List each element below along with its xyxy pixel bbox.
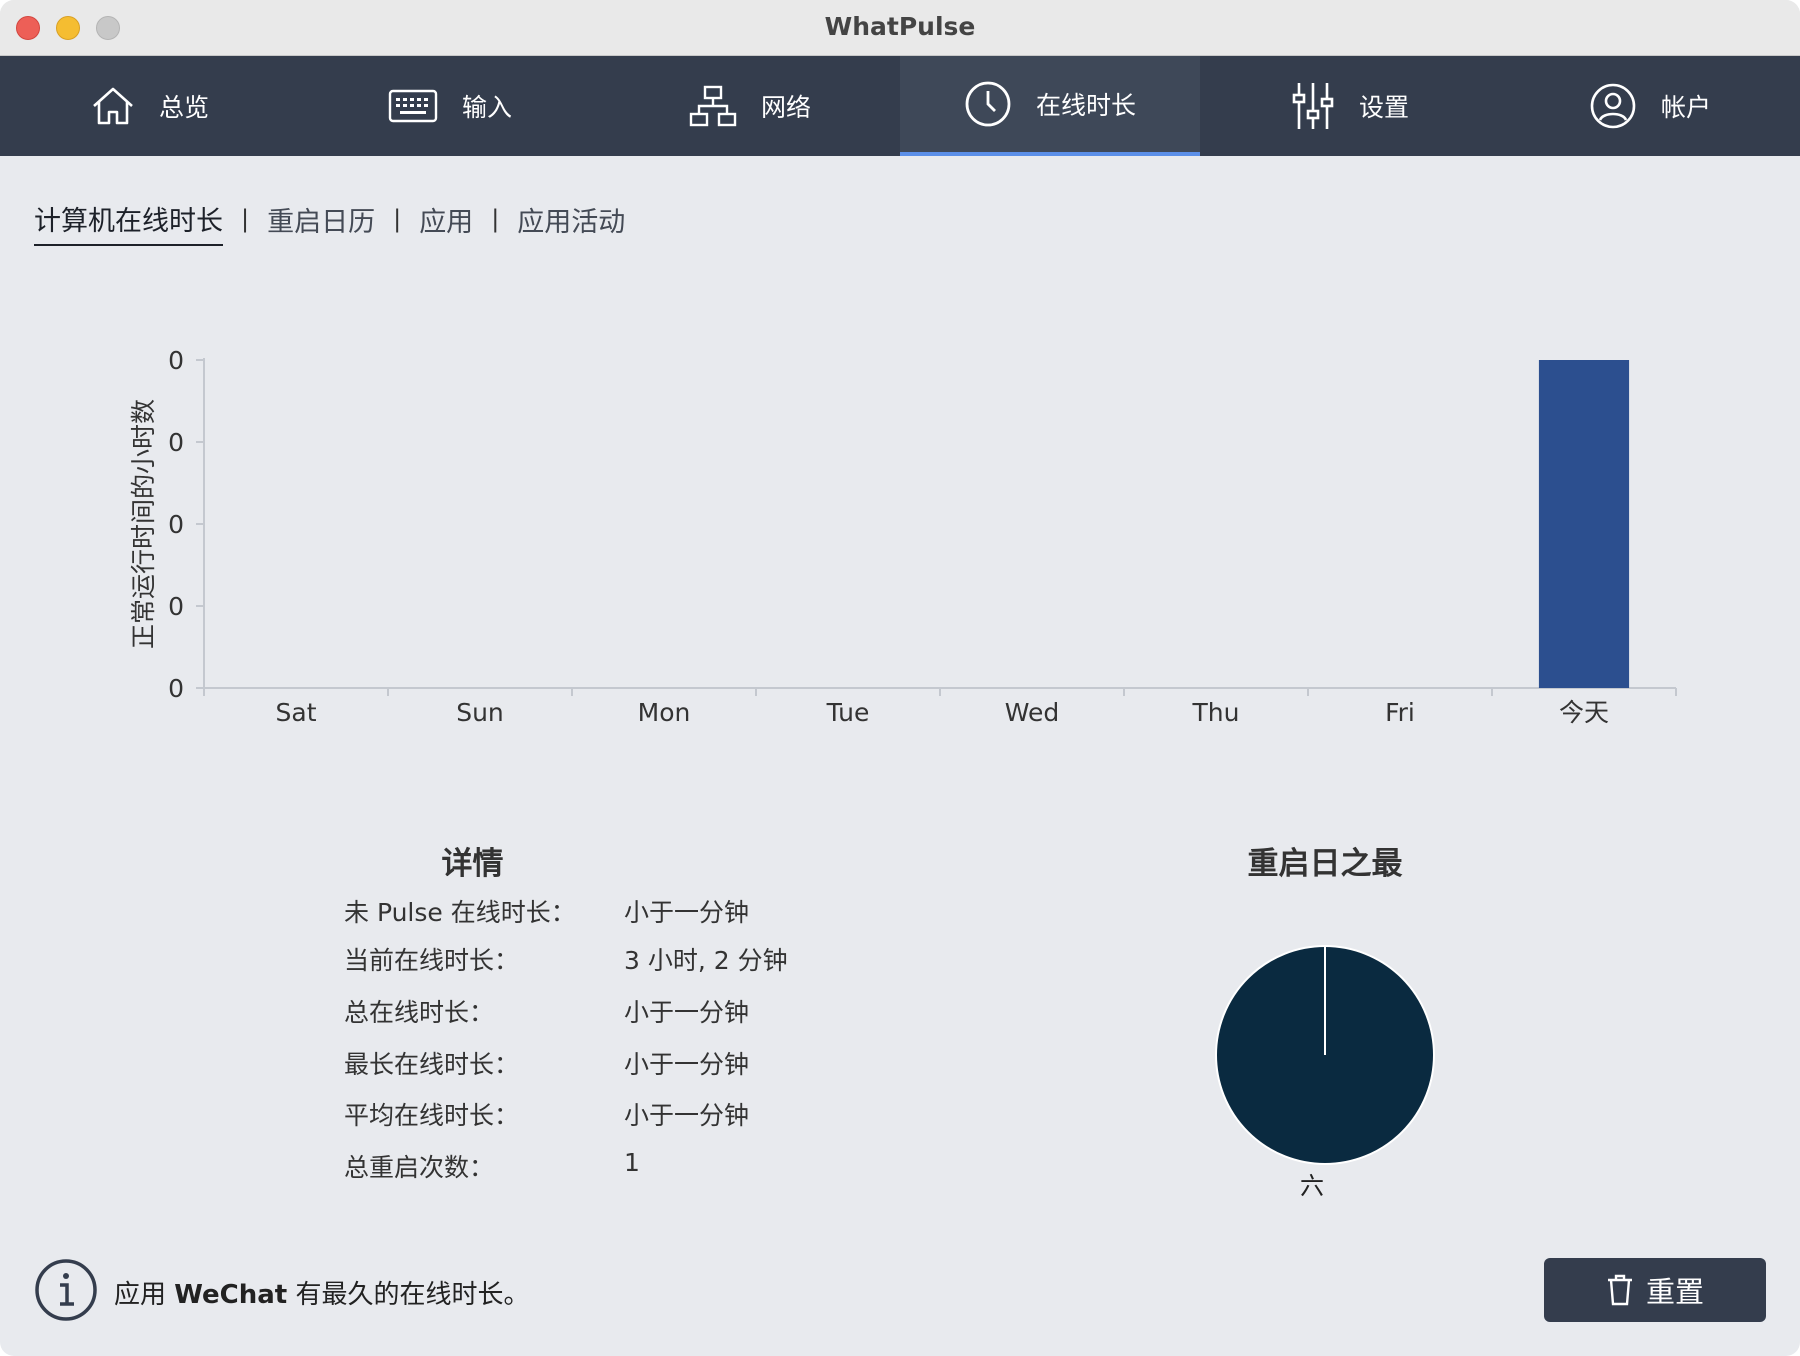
reset-button-label: 重置 xyxy=(1645,1275,1704,1309)
details-row-value: 小于一分钟 xyxy=(624,1050,750,1079)
subtab-separator: | xyxy=(241,205,250,233)
nav-overview[interactable]: 总览 xyxy=(0,56,300,156)
info-suffix: 有最久的在线时长。 xyxy=(287,1280,530,1310)
y-tick-label: 0 xyxy=(168,346,184,375)
uptime-bar-chart: 0 0 0 0 0 正常运行时间的小时数 Sat Sun Mon Tue Wed Thu Fri 今天 xyxy=(129,346,1677,727)
nav-overview-label: 总览 xyxy=(158,93,209,122)
sliders-icon xyxy=(1292,83,1334,129)
reboot-day-pie-chart xyxy=(1215,945,1435,1165)
window-title: WhatPulse xyxy=(824,12,976,41)
details-row-value: 小于一分钟 xyxy=(624,1101,750,1130)
x-tick-label: Tue xyxy=(826,698,870,727)
home-icon xyxy=(93,87,133,125)
y-tick-label: 0 xyxy=(168,510,184,539)
x-tick-label: Sat xyxy=(276,698,317,727)
pie-slice-label: 六 xyxy=(1300,1172,1324,1200)
app-window: WhatPulse 总览 输入 网络 在线时长 设置 帐户 计算机在线时长 | … xyxy=(0,0,1800,1356)
info-message: 应用 WeChat 有最久的在线时长。 xyxy=(114,1274,529,1311)
details-title: 详情 xyxy=(441,846,504,882)
subtab-separator: | xyxy=(491,205,500,233)
nav-input[interactable]: 输入 xyxy=(300,56,600,156)
nav-input-label: 输入 xyxy=(461,93,512,122)
y-tick-label: 0 xyxy=(168,674,184,703)
details-row-label: 最长在线时长： xyxy=(344,1050,520,1079)
x-tick-label: Thu xyxy=(1192,698,1240,727)
reset-button[interactable]: 重置 xyxy=(1544,1258,1766,1322)
network-icon xyxy=(689,85,737,127)
subtab-applications[interactable]: 应用 xyxy=(419,200,473,245)
info-icon xyxy=(35,1259,97,1321)
subtab-computer-uptime[interactable]: 计算机在线时长 xyxy=(34,199,223,246)
info-app-name: WeChat xyxy=(174,1280,288,1310)
details-row-value: 小于一分钟 xyxy=(624,898,750,927)
x-tick-label: Wed xyxy=(1005,698,1060,727)
details-row-label: 总在线时长： xyxy=(344,998,495,1027)
subtab-separator: | xyxy=(393,205,402,233)
nav-network-label: 网络 xyxy=(760,93,811,122)
details-row-label: 当前在线时长： xyxy=(344,946,520,975)
y-tick-label: 0 xyxy=(168,428,184,457)
keyboard-icon xyxy=(388,89,438,123)
details-row-label: 未 Pulse 在线时长： xyxy=(344,898,576,927)
nav-network[interactable]: 网络 xyxy=(600,56,900,156)
nav-settings[interactable]: 设置 xyxy=(1200,56,1500,156)
details-row-label: 总重启次数： xyxy=(344,1153,495,1182)
x-tick-label: Fri xyxy=(1385,698,1415,727)
pie-chart-title: 重启日之最 xyxy=(1247,846,1403,882)
x-tick-label: Mon xyxy=(638,698,691,727)
nav-uptime-label: 在线时长 xyxy=(1035,91,1136,120)
clock-icon xyxy=(965,81,1011,127)
user-icon xyxy=(1590,83,1636,129)
info-prefix: 应用 xyxy=(114,1280,175,1310)
details-row-value: 小于一分钟 xyxy=(624,998,750,1027)
trash-icon xyxy=(1607,1274,1632,1306)
bar xyxy=(1538,360,1630,688)
subtab-reboot-calendar[interactable]: 重启日历 xyxy=(267,200,375,245)
subtab-application-activity[interactable]: 应用活动 xyxy=(517,200,625,245)
details-row-label: 平均在线时长： xyxy=(344,1101,520,1130)
y-axis-label: 正常运行时间的小时数 xyxy=(129,399,158,649)
main-nav: 总览 输入 网络 在线时长 设置 帐户 xyxy=(0,56,1800,156)
details-row-value: 3 小时, 2 分钟 xyxy=(624,946,788,975)
y-tick-label: 0 xyxy=(168,592,184,621)
nav-account-label: 帐户 xyxy=(1660,93,1711,122)
details-row-value: 1 xyxy=(624,1148,640,1177)
x-tick-label: 今天 xyxy=(1559,698,1609,727)
title-bar: WhatPulse xyxy=(0,0,1800,56)
x-tick-label: Sun xyxy=(456,698,504,727)
nav-settings-label: 设置 xyxy=(1358,93,1409,122)
nav-account[interactable]: 帐户 xyxy=(1500,56,1800,156)
sub-tabs: 计算机在线时长 | 重启日历 | 应用 | 应用活动 xyxy=(34,200,625,246)
nav-uptime[interactable]: 在线时长 xyxy=(900,56,1200,156)
